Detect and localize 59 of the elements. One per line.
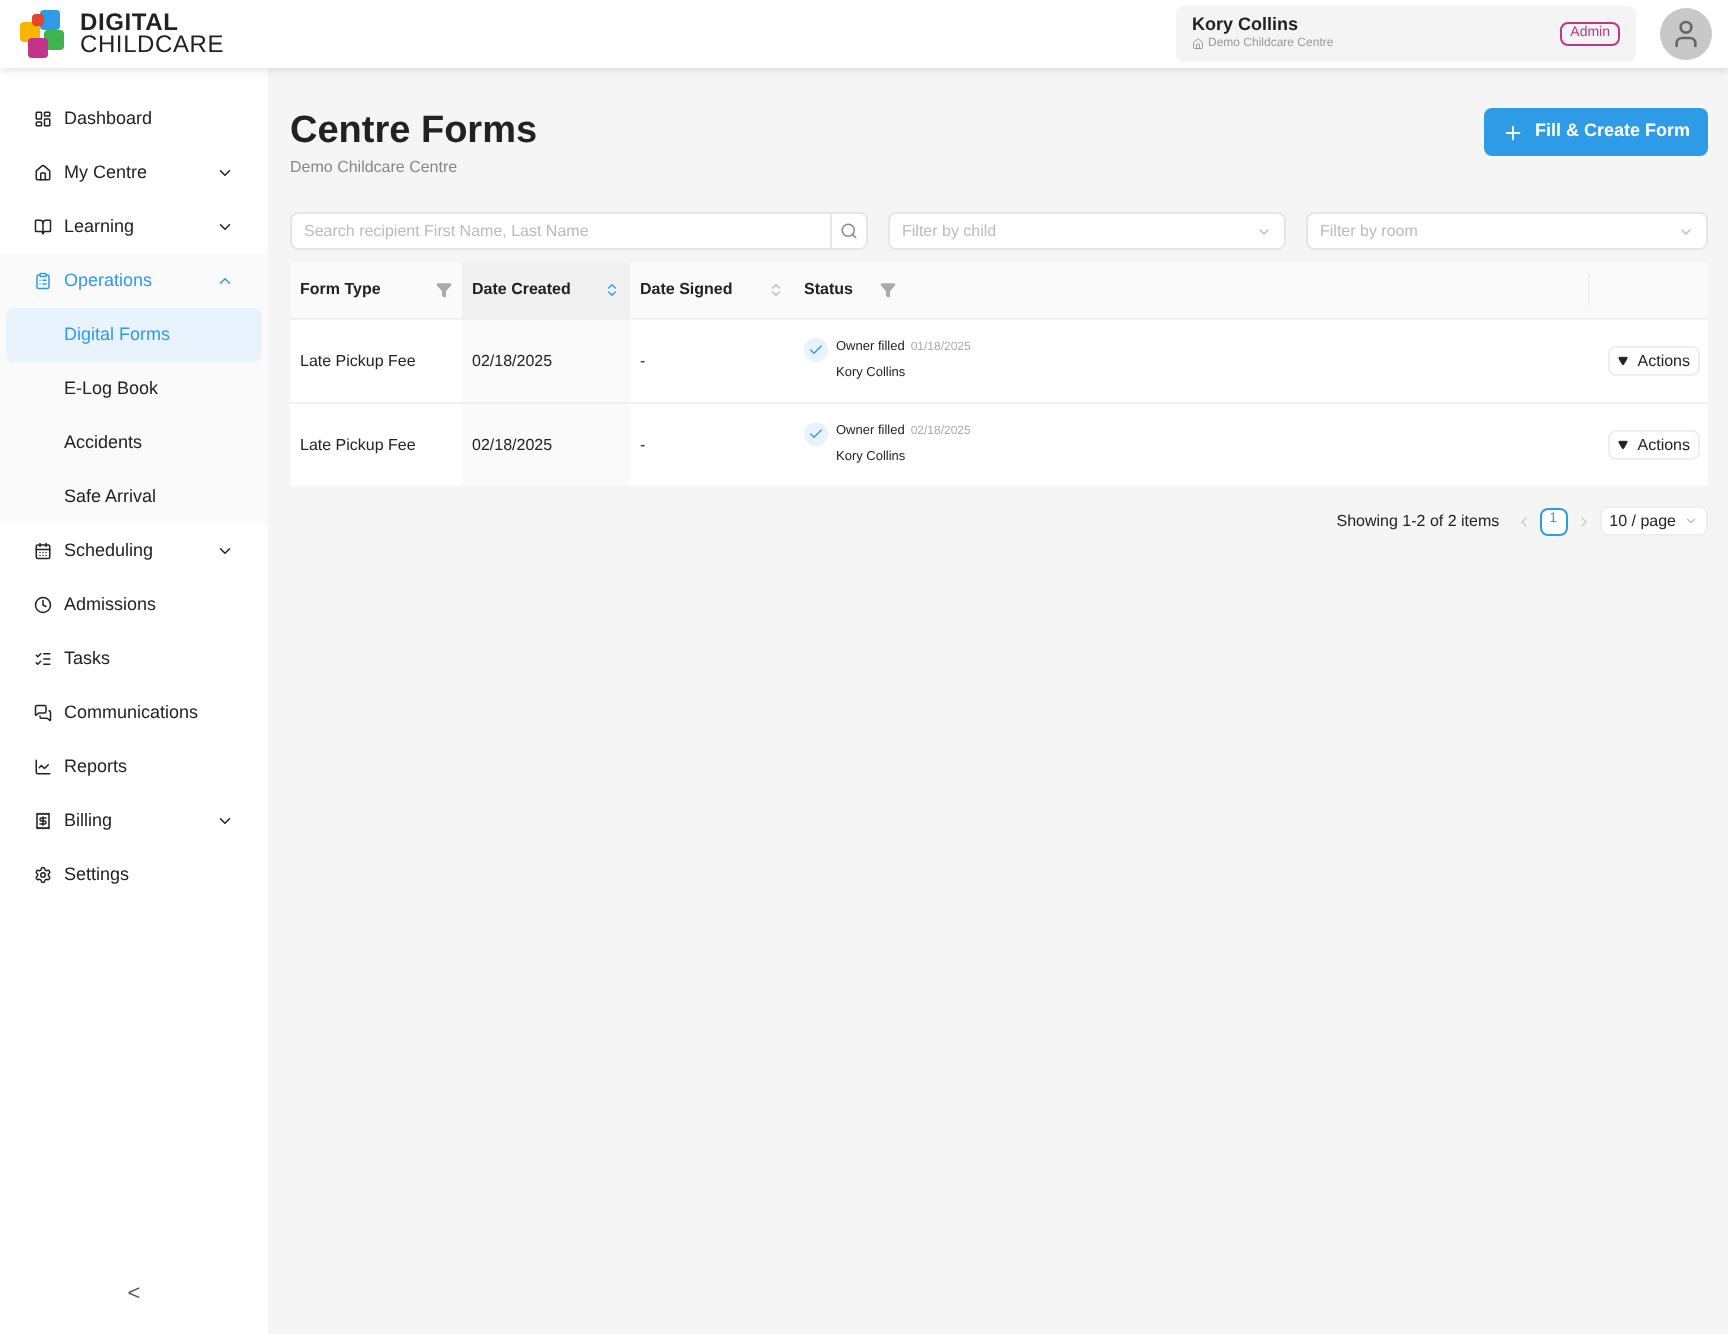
search-input[interactable]: Search recipient First Name, Last Name	[292, 219, 830, 243]
home-icon	[1192, 38, 1204, 50]
sidebar-item[interactable]: Tasks	[0, 632, 268, 686]
chevron-down-icon	[1684, 514, 1698, 528]
sidebar-item[interactable]: Billing	[0, 794, 268, 848]
settings-icon	[34, 866, 52, 884]
submenu-item[interactable]: E-Log Book	[6, 362, 262, 416]
clipboard-icon	[34, 272, 52, 290]
filter-icon[interactable]	[436, 282, 452, 298]
sidebar-item[interactable]: Admissions	[0, 578, 268, 632]
collapse-button[interactable]: <	[127, 1277, 141, 1310]
table-cell: -	[640, 351, 646, 369]
sidebar-item[interactable]: Learning	[0, 200, 268, 254]
column-header[interactable]: Date Signed	[640, 278, 733, 302]
plus-icon	[1502, 121, 1525, 143]
sidebar-item[interactable]: Settings	[0, 848, 268, 902]
chart-icon	[34, 758, 52, 776]
page-title: Centre Forms	[290, 108, 538, 156]
page-size-dropdown[interactable]: 10 / page	[1599, 506, 1708, 536]
sidebar-item[interactable]: Reports	[0, 740, 268, 794]
book-icon	[34, 218, 52, 236]
logo-text: DIGITAL	[80, 12, 179, 34]
pagination-summary: Showing 1-2 of 2 items	[1336, 509, 1500, 533]
check-icon	[804, 338, 828, 363]
sidebar-item[interactable]: Communications	[0, 686, 268, 740]
user-name: Kory Collins	[1192, 14, 1301, 34]
table-cell: 02/18/2025	[472, 349, 553, 373]
dashboard-icon	[34, 110, 52, 128]
chat-icon	[34, 704, 52, 722]
check-icon	[804, 422, 828, 447]
list-icon	[34, 650, 52, 668]
caret-icon	[1617, 440, 1628, 450]
home-icon	[34, 164, 52, 182]
actions-button[interactable]: Actions	[1607, 346, 1700, 376]
sort-icon[interactable]	[604, 282, 620, 298]
sidebar-item[interactable]: Scheduling	[0, 524, 268, 578]
calendar-icon	[34, 542, 52, 560]
submenu-item[interactable]: Safe Arrival	[6, 470, 262, 524]
logo-text: CHILDCARE	[80, 34, 225, 56]
search-field[interactable]: Search recipient First Name, Last Name	[290, 212, 868, 250]
table-cell: 02/18/2025	[472, 433, 553, 457]
clock-icon	[34, 596, 52, 614]
table-cell: -	[640, 435, 646, 453]
user-icon	[1670, 18, 1702, 50]
caret-icon	[1617, 356, 1628, 366]
table-cell: Late Pickup Fee	[300, 435, 416, 453]
table-cell: Late Pickup Fee	[300, 351, 416, 369]
sort-icon[interactable]	[768, 282, 784, 298]
sidebar-item[interactable]: Dashboard	[0, 92, 268, 146]
page-subtitle: Demo Childcare Centre	[290, 156, 460, 180]
submenu-item[interactable]: Accidents	[6, 416, 262, 470]
avatar[interactable]	[1660, 8, 1712, 60]
actions-button[interactable]: Actions	[1607, 430, 1700, 460]
receipt-icon	[34, 812, 52, 830]
filter-icon[interactable]	[880, 282, 897, 298]
column-header[interactable]: Form Type	[300, 278, 381, 302]
column-header[interactable]: Status	[804, 278, 853, 302]
sidebar-item[interactable]: My Centre	[0, 146, 268, 200]
search-icon	[840, 222, 858, 240]
